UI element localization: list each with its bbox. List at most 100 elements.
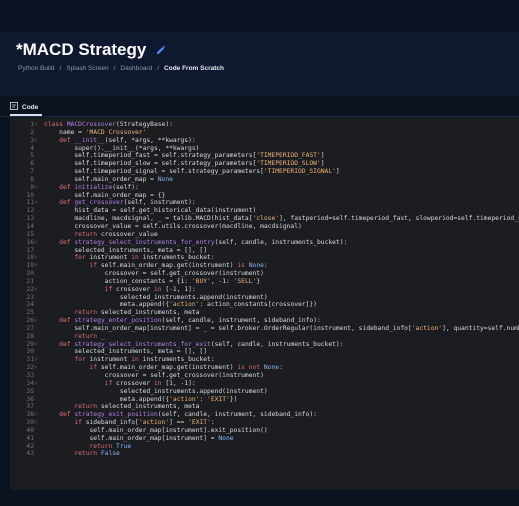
code-token: if (74, 419, 86, 427)
code-token: 'TIMEPERIOD_SIGNAL' (263, 168, 336, 176)
code-token: 'TIMEPERIOD_FAST' (256, 152, 321, 160)
code-line[interactable]: 8 self.main_order_map = None (10, 176, 519, 184)
code-line[interactable]: 4 super().__init__(*args, **kwargs) (10, 145, 519, 153)
fold-marker-icon[interactable]: ˅ (34, 254, 40, 262)
code-line[interactable]: 41 self.main_order_map[instrument] = Non… (10, 435, 519, 443)
breadcrumb-item-splash-screen[interactable]: Splash Screen (66, 65, 108, 72)
fold-marker-icon[interactable]: ˅ (34, 184, 40, 192)
code-line[interactable]: 36 meta.append({'action': 'EXIT'}) (10, 396, 519, 404)
code-line[interactable]: 30 selected_instruments, meta = [], [] (10, 348, 519, 356)
code-line[interactable]: 26˅ def strategy_enter_position(self, ca… (10, 317, 519, 325)
line-number: 34 (26, 379, 34, 387)
code-line[interactable]: 40 self.main_order_map[instrument].exit_… (10, 427, 519, 435)
code-token: 'action' (169, 395, 200, 403)
fold-marker-icon[interactable]: ˅ (34, 380, 40, 388)
line-number: 8 (30, 175, 34, 183)
line-number: 27 (26, 324, 34, 332)
line-number: 24 (26, 301, 34, 309)
fold-marker-icon[interactable]: ˅ (34, 411, 40, 419)
code-line[interactable]: 14 crossover_value = self.utils.crossove… (10, 223, 519, 231)
code-line[interactable]: 34˅ if crossover in [1, -1]: (10, 380, 519, 388)
code-line[interactable]: 23 selected_instruments.append(instrumen… (10, 294, 519, 302)
line-number: 17 (26, 246, 34, 254)
breadcrumb-item-python-build[interactable]: Python Build (18, 65, 55, 72)
code-line[interactable]: 19˅ if self.main_order_map.get(instrumen… (10, 262, 519, 270)
code-token: return (89, 442, 117, 450)
code-token: instrument (89, 356, 132, 364)
fold-marker-icon[interactable]: ˅ (34, 364, 40, 372)
code-token: for (74, 356, 90, 364)
code-token: 'SELL' (233, 277, 257, 285)
edit-pencil-icon[interactable] (155, 41, 166, 61)
code-token: in (153, 379, 166, 387)
fold-marker-icon[interactable]: ˅ (34, 341, 40, 349)
fold-marker-icon[interactable]: ˅ (34, 356, 40, 364)
code-line[interactable]: 7 self.timeperiod_signal = self.strategy… (10, 168, 519, 176)
code-token: in (131, 254, 143, 262)
code-line[interactable]: 25 return selected_instruments, meta (10, 309, 519, 317)
code-line[interactable]: 28 return _ (10, 333, 519, 341)
code-token: def (59, 199, 75, 207)
code-line[interactable]: 13 macdline, macdsignal, _ = talib.MACD(… (10, 215, 519, 223)
line-number: 43 (26, 450, 34, 458)
code-line[interactable]: 43 return False (10, 450, 519, 458)
code-line[interactable]: 1˅ class MACDCrossover(StrategyBase): (10, 121, 519, 129)
line-number: 32 (26, 364, 34, 372)
code-line[interactable]: 38˅ def strategy_exit_position(self, can… (10, 411, 519, 419)
code-line[interactable]: 17 selected_instruments, meta = [], [] (10, 247, 519, 255)
code-line[interactable]: 31˅ for instrument in instruments_bucket… (10, 356, 519, 364)
code-token: crossover (116, 379, 154, 387)
fold-marker-icon[interactable]: ˅ (34, 317, 40, 325)
fold-marker-icon[interactable]: ˅ (34, 199, 40, 207)
code-line[interactable]: 12 hist_data = self.get_historical_data(… (10, 207, 519, 215)
code-line[interactable]: 16˅ def strategy_select_instruments_for_… (10, 239, 519, 247)
code-line[interactable]: 5 self.timeperiod_fast = self.strategy_p… (10, 152, 519, 160)
code-line[interactable]: 11˅ def get_crossover(self, instrument): (10, 199, 519, 207)
code-token: : (210, 419, 215, 427)
fold-marker-icon[interactable]: ˅ (34, 419, 40, 427)
fold-marker-icon[interactable]: ˅ (34, 239, 40, 247)
code-line[interactable]: 3˅ def __init__(self, *args, **kwargs): (10, 137, 519, 145)
code-line[interactable]: 27 self.main_order_map[instrument] = _ =… (10, 325, 519, 333)
code-line[interactable]: 24 meta.append({'action': action_constan… (10, 301, 519, 309)
code-token: def (59, 136, 75, 144)
fold-marker-icon[interactable]: ˅ (34, 262, 40, 270)
code-line[interactable]: 39˅ if sideband_info['action'] == 'EXIT'… (10, 419, 519, 427)
code-token: 'action' (411, 324, 443, 332)
code-line[interactable]: 20 crossover = self.get_crossover(instru… (10, 270, 519, 278)
code-line[interactable]: 37 return selected_instruments, meta (10, 403, 519, 411)
code-line[interactable]: 29˅ def strategy_select_instruments_for_… (10, 341, 519, 349)
code-token: for (74, 254, 90, 262)
code-line[interactable]: 22˅ if crossover in [-1, 1]: (10, 286, 519, 294)
code-line[interactable]: 9˅ def initialize(self): (10, 184, 519, 192)
code-token: 'BUY' (191, 277, 211, 285)
fold-marker-icon[interactable]: ˅ (34, 137, 40, 145)
code-token: [1, -1]: (165, 379, 196, 387)
fold-marker-icon[interactable]: ˅ (34, 121, 40, 129)
code-line[interactable]: 35 selected_instruments.append(instrumen… (10, 388, 519, 396)
code-editor[interactable]: 1˅ class MACDCrossover(StrategyBase): 2 na… (10, 118, 519, 490)
code-line[interactable]: 33 crossover = self.get_crossover(instru… (10, 372, 519, 380)
line-number: 14 (26, 222, 34, 230)
code-line[interactable]: 2 name = 'MACD Crossover' (10, 129, 519, 137)
line-number: 15 (26, 230, 34, 238)
breadcrumb-item-dashboard[interactable]: Dashboard (120, 65, 152, 72)
code-token: } (256, 277, 261, 285)
code-token: hist_data = self.get_historical_data(ins… (44, 207, 257, 215)
code-line[interactable]: 6 self.timeperiod_slow = self.strategy_p… (10, 160, 519, 168)
line-number: 30 (26, 348, 34, 356)
fold-marker-icon[interactable]: ˅ (34, 286, 40, 294)
code-line[interactable]: 21 action_constants = {1: 'BUY', -1: 'SE… (10, 278, 519, 286)
code-line[interactable]: 18˅ for instrument in instruments_bucket… (10, 254, 519, 262)
code-line[interactable]: 15 return crossover_value (10, 231, 519, 239)
code-line[interactable]: 42 return True (10, 443, 519, 451)
line-number: 39 (26, 419, 34, 427)
line-number: 20 (26, 270, 34, 278)
code-line[interactable]: 10 self.main_order_map = {} (10, 192, 519, 200)
code-line[interactable]: 32˅ if self.main_order_map.get(instrumen… (10, 364, 519, 372)
tab-code[interactable]: Code (10, 100, 38, 114)
